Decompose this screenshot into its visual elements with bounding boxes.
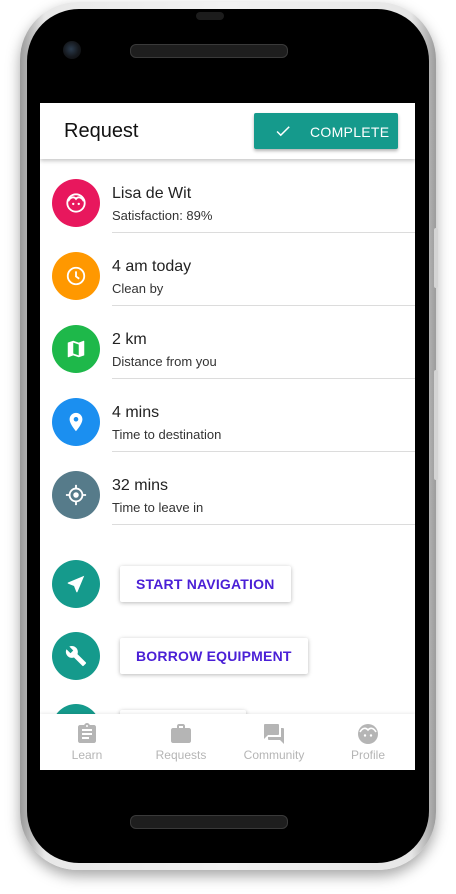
page-title: Request [64, 120, 139, 142]
nav-item-profile[interactable]: Profile [321, 714, 415, 770]
time-to-destination-label: Time to destination [112, 427, 222, 442]
distance-value: 2 km [112, 331, 147, 348]
list-item-time-to-leave[interactable]: 32 mins Time to leave in [40, 451, 415, 525]
volume-button [434, 228, 438, 288]
distance-avatar [52, 325, 100, 373]
wrench-icon [65, 646, 87, 667]
top-speaker [130, 44, 288, 58]
nav-item-community[interactable]: Community [227, 714, 321, 770]
map-icon [67, 340, 85, 358]
navigation-avatar [52, 560, 100, 608]
clipboard-icon [78, 723, 96, 743]
time-to-leave-label: Time to leave in [112, 500, 204, 515]
leave-avatar [52, 471, 100, 519]
destination-avatar [52, 398, 100, 446]
earpiece-sensor [196, 12, 224, 20]
start-navigation-button[interactable]: START NAVIGATION [120, 566, 291, 602]
equipment-avatar [52, 632, 100, 680]
face-icon [66, 193, 86, 213]
clean-by-time: 4 am today [112, 258, 192, 275]
navigation-arrow-icon [67, 575, 85, 593]
nav-label-learn: Learn [71, 748, 103, 762]
bottom-speaker [130, 815, 288, 829]
nav-item-learn[interactable]: Learn [40, 714, 134, 770]
time-to-leave-value: 32 mins [112, 477, 169, 494]
divider [112, 524, 415, 525]
nav-item-requests[interactable]: Requests [134, 714, 228, 770]
location-pin-icon [69, 412, 83, 432]
time-to-destination-value: 4 mins [112, 404, 160, 421]
briefcase-icon [171, 724, 191, 743]
list-item-customer[interactable]: Lisa de Wit Satisfaction: 89% [40, 159, 415, 233]
borrow-equipment-button[interactable]: BORROW EQUIPMENT [120, 638, 308, 674]
list-item-clean-by[interactable]: 4 am today Clean by [40, 232, 415, 306]
front-camera [63, 41, 81, 59]
list-item-time-to-destination[interactable]: 4 mins Time to destination [40, 378, 415, 452]
bottom-navigation: Learn Requests Community Profile [40, 714, 415, 770]
customer-name: Lisa de Wit [112, 185, 192, 202]
nav-label-community: Community [243, 748, 305, 762]
face-icon [358, 724, 378, 744]
clean-by-label: Clean by [112, 281, 164, 296]
power-button [434, 370, 438, 480]
list-item-distance[interactable]: 2 km Distance from you [40, 305, 415, 379]
complete-button[interactable]: COMPLETE [254, 113, 398, 149]
action-row-navigation: START NAVIGATION [40, 560, 415, 620]
clean-by-avatar [52, 252, 100, 300]
customer-satisfaction: Satisfaction: 89% [112, 208, 213, 223]
complete-button-label: COMPLETE [310, 124, 390, 140]
check-icon [276, 126, 290, 137]
action-row-equipment: BORROW EQUIPMENT [40, 632, 415, 692]
distance-label: Distance from you [112, 354, 217, 369]
customer-avatar [52, 179, 100, 227]
nav-label-requests: Requests [155, 748, 207, 762]
gps-target-icon [65, 484, 87, 506]
app-screen: Request COMPLETE Lisa de Wit Satisfactio… [40, 103, 415, 770]
forum-icon [264, 724, 284, 744]
clock-icon [66, 266, 86, 286]
app-bar: Request COMPLETE [40, 103, 415, 159]
nav-label-profile: Profile [350, 748, 385, 762]
request-details-list: Lisa de Wit Satisfaction: 89% 4 am today… [40, 159, 415, 525]
